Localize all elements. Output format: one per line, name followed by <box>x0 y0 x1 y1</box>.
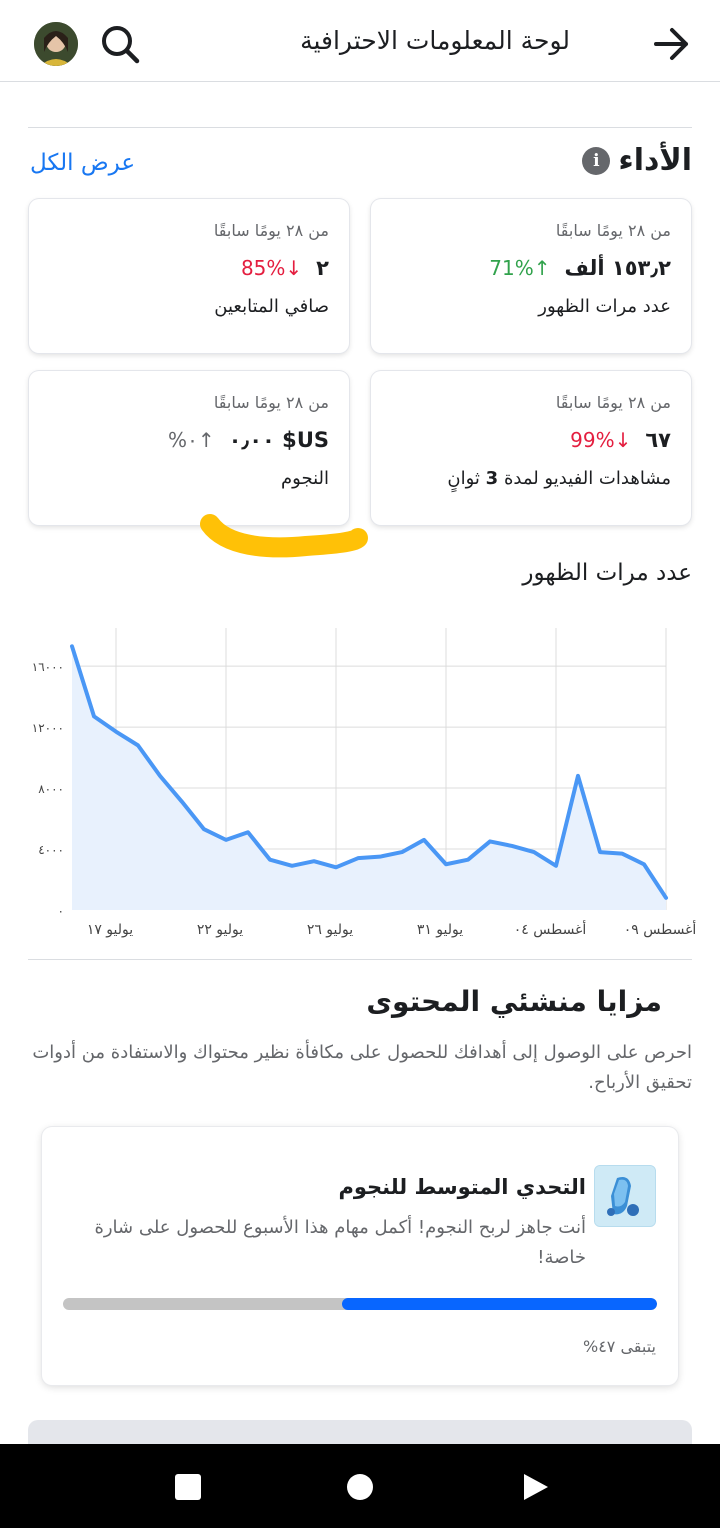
y-tick-label: ٤٠٠٠ <box>38 843 64 857</box>
metric-period: من ٢٨ يومًا سابقًا <box>555 393 671 412</box>
triangle-back-icon[interactable] <box>520 1472 550 1502</box>
benefits-description: احرص على الوصول إلى أهدافك للحصول على مك… <box>32 1042 692 1093</box>
square-icon[interactable] <box>173 1472 203 1502</box>
y-tick-label: ٠ <box>58 904 64 918</box>
challenge-remaining: يتبقى ٤٧% <box>582 1337 656 1356</box>
x-tick-label: أغسطس ٠٩ <box>624 920 697 938</box>
challenge-title: التحدي المتوسط للنجوم <box>338 1175 586 1199</box>
metric-card-stars[interactable]: من ٢٨ يومًا سابقًا US$ ٠٫٠٠ ↑٠% النجوم <box>29 371 349 525</box>
challenge-progress-bar <box>63 1298 657 1310</box>
x-tick-label: يوليو ٢٢ <box>197 922 243 938</box>
y-tick-label: ١٢٠٠٠ <box>32 721 64 735</box>
x-tick-label: يوليو ١٧ <box>87 922 133 938</box>
metric-label: عدد مرات الظهور <box>538 296 671 317</box>
metric-delta: ↓99% <box>570 428 632 452</box>
metric-card-net-followers[interactable]: من ٢٨ يومًا سابقًا ٢ ↓85% صافي المتابعين <box>29 199 349 353</box>
benefits-title: مزايا منشئي المحتوى <box>366 985 662 1018</box>
metric-value: ١٥٣٫٢ ألف <box>564 256 671 280</box>
metric-value: US$ ٠٫٠٠ <box>228 428 329 452</box>
chart-title: عدد مرات الظهور <box>522 560 692 586</box>
metric-value: ٦٧ <box>645 428 671 452</box>
y-tick-label: ٨٠٠٠ <box>38 782 64 796</box>
metric-delta: ↑٠% <box>168 428 215 452</box>
circle-icon[interactable] <box>345 1472 375 1502</box>
stars-challenge-card[interactable]: التحدي المتوسط للنجوم أنت جاهز لربح النج… <box>42 1127 678 1385</box>
view-all-link[interactable]: عرض الكل <box>30 150 135 176</box>
search-icon[interactable] <box>98 22 142 66</box>
metric-period: من ٢٨ يومًا سابقًا <box>555 221 671 240</box>
metric-period: من ٢٨ يومًا سابقًا <box>213 221 329 240</box>
metric-label: صافي المتابعين <box>214 296 329 317</box>
challenge-description: أنت جاهز لربح النجوم! أكمل مهام هذا الأس… <box>94 1217 586 1268</box>
y-tick-label: ١٦٠٠٠ <box>32 660 64 674</box>
challenge-progress-fill <box>342 1298 657 1310</box>
arrow-right-icon[interactable] <box>650 22 694 66</box>
section-divider <box>28 959 692 960</box>
metric-delta: ↓85% <box>240 256 303 280</box>
info-icon[interactable]: i <box>582 146 611 175</box>
metric-delta: ↑71% <box>489 256 551 280</box>
system-nav-bar <box>0 1444 720 1528</box>
x-tick-label: أغسطس ٠٤ <box>514 920 587 938</box>
challenge-badge-icon <box>594 1165 656 1227</box>
avatar[interactable] <box>34 22 78 66</box>
performance-title: الأداء <box>618 143 692 178</box>
page-title: لوحة المعلومات الاحترافية <box>300 26 570 55</box>
section-divider <box>28 127 692 128</box>
metric-period: من ٢٨ يومًا سابقًا <box>213 393 329 412</box>
x-tick-label: يوليو ٣١ <box>417 922 463 938</box>
metric-label: مشاهدات الفيديو لمدة 3 ثوانٍ <box>447 468 671 489</box>
top-bar: لوحة المعلومات الاحترافية <box>0 0 720 82</box>
metric-label: النجوم <box>281 468 329 489</box>
metric-value: ٢ <box>316 256 329 280</box>
highlight-scribble <box>200 514 368 558</box>
performance-heading: الأداء i <box>582 143 692 178</box>
impressions-chart: ٠ ٤٠٠٠ ٨٠٠٠ ١٢٠٠٠ ١٦٠٠٠ يوليو ١٧ يوليو ٢٢ يوليو… <box>32 628 697 938</box>
x-tick-label: يوليو ٢٦ <box>307 922 353 938</box>
metric-card-video-views[interactable]: من ٢٨ يومًا سابقًا ٦٧ ↓99% مشاهدات الفيد… <box>371 371 691 525</box>
metric-card-impressions[interactable]: من ٢٨ يومًا سابقًا ١٥٣٫٢ ألف ↑71% عدد مر… <box>371 199 691 353</box>
